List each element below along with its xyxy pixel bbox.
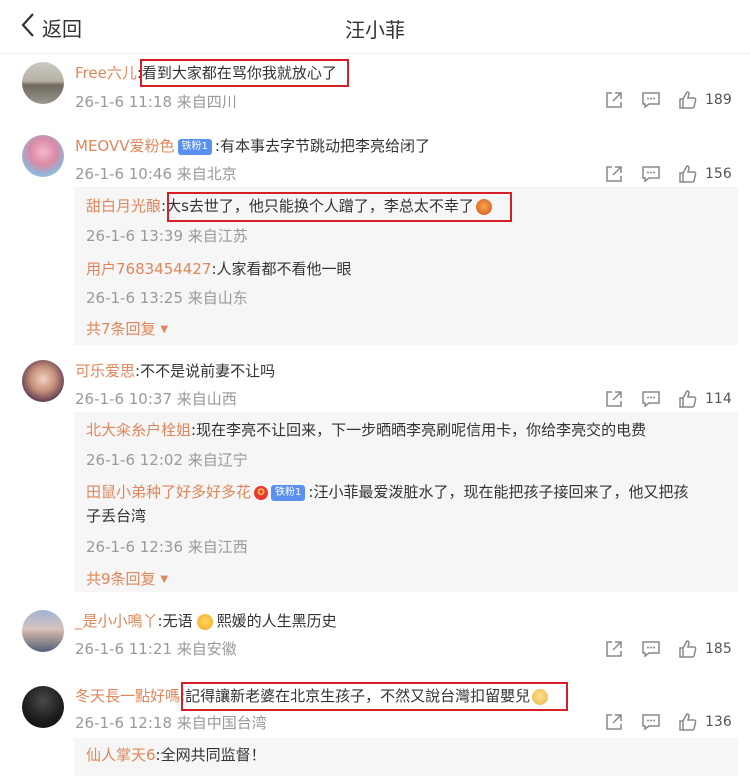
comment-location: 来自安徽 <box>176 640 237 658</box>
fan-badge: 铁粉1 <box>271 484 306 501</box>
top-bar: 返回 汪小菲 <box>0 0 750 54</box>
caret-down-icon: ▼ <box>160 324 169 335</box>
reply-location: 来自江苏 <box>187 227 248 245</box>
like-count: 114 <box>705 391 732 407</box>
thumbs-up-icon[interactable] <box>677 388 699 410</box>
reply-box: 仙人掌天6:全网共同监督！ <box>74 738 738 776</box>
comment-text: 不不是说前妻不让吗 <box>140 362 276 380</box>
like-count: 156 <box>705 166 732 182</box>
highlight-box <box>167 192 512 222</box>
comment-location: 来自中国台湾 <box>176 714 267 732</box>
page-title: 汪小菲 <box>345 18 405 42</box>
reply-time: 26-1-6 12:36 <box>86 538 183 556</box>
more-replies-link[interactable]: 共7条回复 ▼ <box>86 318 168 339</box>
comment-location: 来自北京 <box>176 165 237 183</box>
comment-icon[interactable] <box>640 638 662 660</box>
share-icon[interactable] <box>603 163 625 185</box>
fan-badge: 铁粉1 <box>177 138 212 155</box>
comment-username[interactable]: Free六儿 <box>75 64 137 82</box>
like-count: 185 <box>705 641 732 657</box>
comment-username[interactable]: 可乐爱思 <box>75 362 135 380</box>
avatar[interactable] <box>22 686 64 728</box>
comment-time: 26-1-6 11:18 <box>75 93 172 111</box>
comment-time: 26-1-6 10:46 <box>75 165 172 183</box>
comment-username[interactable]: 冬天長一點好嗎 <box>75 687 180 705</box>
comment-text: 无语 <box>162 612 193 630</box>
reply-box: 北大籴糸户栓姐:现在李亮不让回来，下一步晒晒李亮刷呢信用卡，你给李亮交的电费 2… <box>74 412 738 592</box>
reply-username[interactable]: 仙人掌天6 <box>86 746 156 764</box>
reply-time: 26-1-6 13:25 <box>86 289 183 307</box>
comment-icon[interactable] <box>640 163 662 185</box>
reply-text: 汪小菲最爱泼脏水了，现在能把孩子接回来了，他又把孩 <box>313 483 689 501</box>
reply-time: 26-1-6 12:02 <box>86 451 183 469</box>
speechless-face-emoji-icon <box>196 613 213 630</box>
avatar[interactable] <box>22 62 64 104</box>
reply-location: 来自江西 <box>187 538 248 556</box>
comment-location: 来自山西 <box>176 390 237 408</box>
comment-icon[interactable] <box>640 89 662 111</box>
comment-location: 来自四川 <box>176 93 237 111</box>
thumbs-up-icon[interactable] <box>677 163 699 185</box>
reply-location: 来自山东 <box>187 289 248 307</box>
caret-down-icon: ▼ <box>160 574 169 585</box>
share-icon[interactable] <box>603 711 625 733</box>
share-icon[interactable] <box>603 388 625 410</box>
comment-username[interactable]: MEOVV爱粉色 <box>75 137 175 155</box>
reply-location: 来自辽宁 <box>187 451 248 469</box>
medal-icon: ✪ <box>254 485 269 500</box>
comment-text: 有本事去字节跳动把李亮给闭了 <box>219 137 430 155</box>
like-count: 189 <box>705 92 732 108</box>
like-count: 136 <box>705 714 732 730</box>
comment-time: 26-1-6 11:21 <box>75 640 172 658</box>
thumbs-up-icon[interactable] <box>677 638 699 660</box>
avatar[interactable] <box>22 135 64 177</box>
thumbs-up-icon[interactable] <box>677 711 699 733</box>
reply-username[interactable]: 甜白月光酿 <box>86 197 161 215</box>
reply-username[interactable]: 用户7683454427 <box>86 260 211 278</box>
highlight-box <box>140 59 349 87</box>
thumbs-up-icon[interactable] <box>677 89 699 111</box>
comment-text-after: 熙媛的人生黑历史 <box>216 612 337 630</box>
more-replies-link[interactable]: 共9条回复 ▼ <box>86 568 168 589</box>
comment-icon[interactable] <box>640 711 662 733</box>
reply-text: 全网共同监督！ <box>160 746 266 764</box>
comment-icon[interactable] <box>640 388 662 410</box>
comment-time: 26-1-6 10:37 <box>75 390 172 408</box>
reply-text: 现在李亮不让回来，下一步晒晒李亮刷呢信用卡，你给李亮交的电费 <box>196 421 647 439</box>
share-icon[interactable] <box>603 89 625 111</box>
reply-username[interactable]: 北大籴糸户栓姐 <box>86 421 191 439</box>
reply-text-continued: 子丢台湾 <box>86 507 147 525</box>
share-icon[interactable] <box>603 638 625 660</box>
reply-time: 26-1-6 13:39 <box>86 227 183 245</box>
comment-time: 26-1-6 12:18 <box>75 714 172 732</box>
reply-text: 人家看都不看他一眼 <box>216 260 352 278</box>
highlight-box <box>181 682 568 711</box>
avatar[interactable] <box>22 610 64 652</box>
avatar[interactable] <box>22 360 64 402</box>
reply-username[interactable]: 田鼠小弟种了好多好多花 <box>86 483 251 501</box>
comment-username[interactable]: _是小小鳴丫 <box>75 612 158 630</box>
